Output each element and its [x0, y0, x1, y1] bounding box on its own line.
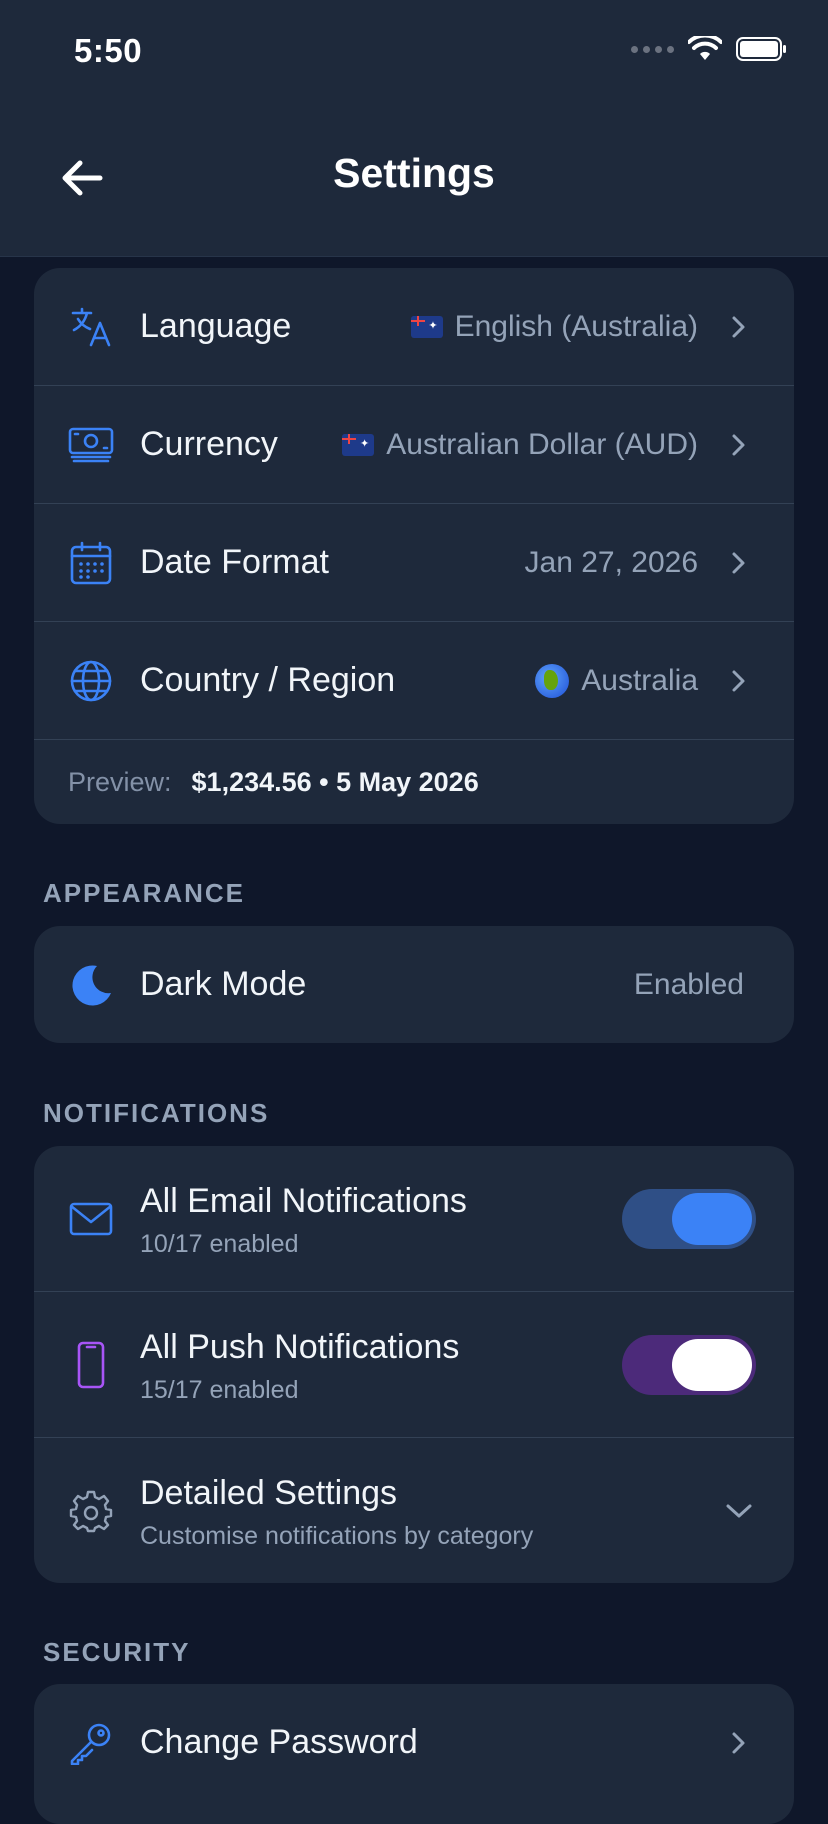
globe-icon [68, 658, 114, 704]
country-region-label: Country / Region [140, 661, 396, 699]
email-notifications-row: All Email Notifications 10/17 enabled [34, 1146, 794, 1292]
push-notifications-count: 15/17 enabled [140, 1376, 299, 1404]
notifications-card: All Email Notifications 10/17 enabled Al… [34, 1146, 794, 1583]
dark-mode-label: Dark Mode [140, 965, 307, 1003]
toggle-knob [672, 1338, 752, 1391]
gear-icon [68, 1488, 114, 1534]
change-password-row[interactable]: Change Password [34, 1684, 794, 1801]
date-format-label: Date Format [140, 543, 329, 581]
language-value-text: English (Australia) [454, 309, 698, 343]
email-notifications-toggle[interactable] [622, 1188, 756, 1249]
language-label: Language [140, 307, 292, 345]
status-icons [631, 36, 788, 62]
appearance-section-label: APPEARANCE [43, 878, 246, 908]
chevron-right-icon [732, 434, 745, 455]
moon-icon [68, 962, 114, 1008]
push-notifications-toggle[interactable] [622, 1334, 756, 1395]
email-notifications-count: 10/17 enabled [140, 1230, 299, 1258]
detailed-settings-row[interactable]: Detailed Settings Customise notification… [34, 1438, 794, 1583]
toggle-knob [672, 1192, 752, 1245]
country-value-text: Australia [581, 663, 698, 697]
chevron-right-icon [732, 552, 745, 573]
calendar-icon [68, 540, 114, 586]
email-notifications-title: All Email Notifications [140, 1182, 467, 1220]
change-password-label: Change Password [140, 1723, 418, 1761]
currency-label: Currency [140, 425, 278, 463]
currency-value-text: Australian Dollar (AUD) [386, 427, 698, 461]
currency-row[interactable]: Currency Australian Dollar (AUD) [34, 386, 794, 504]
date-format-value: Jan 27, 2026 [524, 545, 698, 579]
status-time: 5:50 [74, 32, 143, 69]
language-row[interactable]: Language English (Australia) [34, 268, 794, 386]
country-region-value: Australia [535, 663, 698, 698]
date-format-row[interactable]: Date Format Jan 27, 2026 [34, 504, 794, 622]
language-value: English (Australia) [410, 309, 698, 344]
detailed-settings-subtitle: Customise notifications by category [140, 1522, 534, 1550]
banknote-icon [68, 422, 114, 468]
security-section-label: SECURITY [43, 1637, 191, 1667]
chevron-right-icon [732, 316, 745, 337]
push-notifications-title: All Push Notifications [140, 1328, 460, 1366]
app-header: 5:50 Settings [0, 0, 828, 257]
wifi-icon [688, 36, 722, 60]
chevron-down-icon [726, 1504, 752, 1517]
push-notifications-row: All Push Notifications 15/17 enabled [34, 1292, 794, 1438]
chevron-right-icon [732, 1732, 745, 1753]
translate-icon [68, 304, 114, 350]
dark-mode-value: Enabled [633, 967, 744, 1001]
dark-mode-row[interactable]: Dark Mode Enabled [34, 926, 794, 1043]
notifications-section-label: NOTIFICATIONS [43, 1098, 270, 1128]
preview-value: $1,234.56 • 5 May 2026 [191, 766, 479, 797]
page-title: Settings [333, 150, 495, 196]
smartphone-icon [68, 1341, 114, 1388]
chevron-right-icon [732, 670, 745, 691]
cellular-signal-icon [631, 45, 674, 53]
australia-flag-icon [410, 315, 443, 338]
key-icon [68, 1720, 114, 1766]
detailed-settings-title: Detailed Settings [140, 1474, 398, 1512]
country-region-row[interactable]: Country / Region Australia [34, 622, 794, 740]
format-preview: Preview: $1,234.56 • 5 May 2026 [34, 740, 794, 824]
battery-icon [736, 37, 786, 61]
preview-label: Preview: [68, 766, 172, 797]
security-card: Change Password [34, 1684, 794, 1824]
appearance-card: Dark Mode Enabled [34, 926, 794, 1043]
earth-globe-icon [535, 663, 570, 698]
mail-icon [68, 1196, 114, 1242]
regional-settings-card: Language English (Australia) Currency Au… [34, 268, 794, 824]
australia-flag-icon [342, 433, 375, 456]
currency-value: Australian Dollar (AUD) [342, 428, 698, 462]
